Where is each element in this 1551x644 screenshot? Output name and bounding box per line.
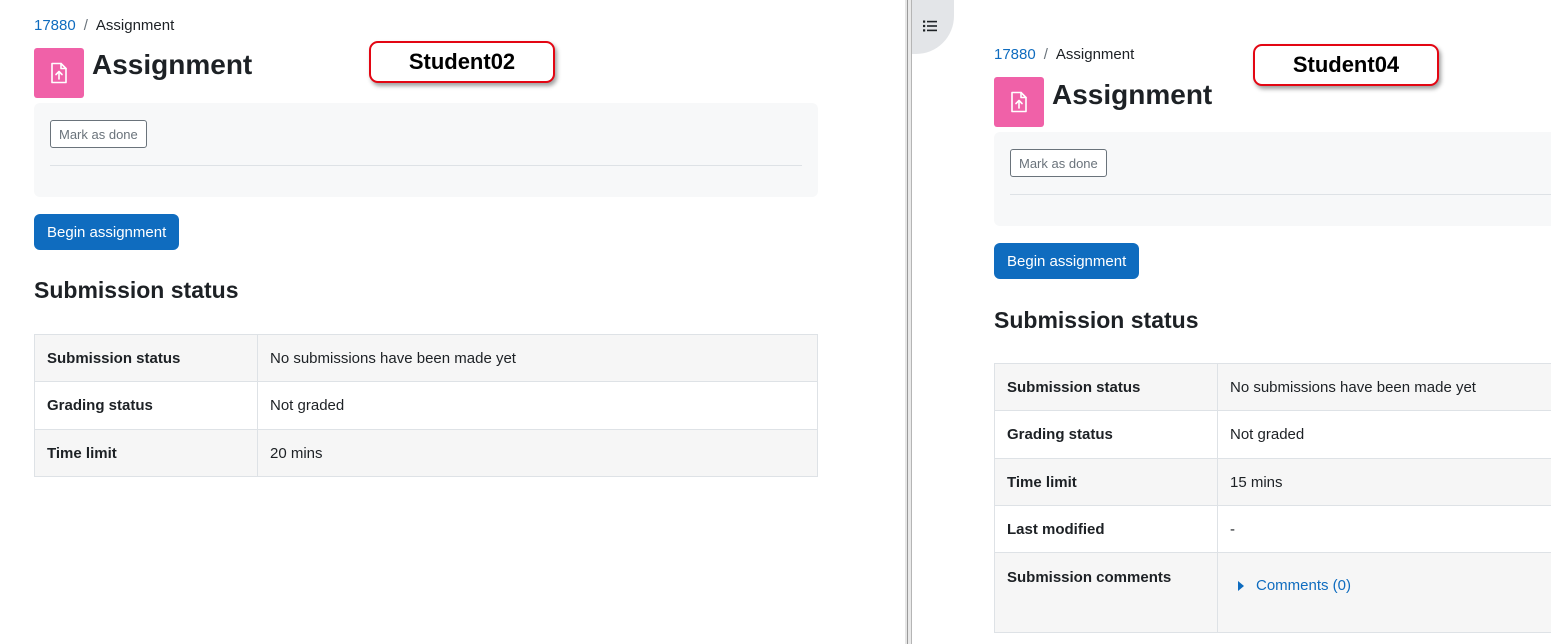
row-value: - — [1217, 505, 1551, 553]
breadcrumb-course-link[interactable]: 17880 — [34, 17, 76, 34]
row-value: No submissions have been made yet — [1217, 363, 1551, 411]
window-divider[interactable] — [905, 0, 912, 644]
row-value: No submissions have been made yet — [257, 334, 818, 382]
page-title: Assignment — [92, 49, 253, 80]
breadcrumb-course-link[interactable]: 17880 — [994, 46, 1036, 63]
submission-status-heading: Submission status — [34, 277, 239, 303]
row-label: Grading status — [34, 381, 258, 430]
breadcrumb-separator: / — [1043, 46, 1048, 63]
left-browser-window: 17880/Assignment Assignment Student02 Ma… — [0, 0, 905, 644]
right-browser-window: 17880/Assignment Assignment Student04 Ma… — [912, 0, 1551, 644]
activity-completion-box: Mark as done — [34, 103, 818, 197]
row-label: Submission status — [34, 334, 258, 382]
table-row: Submission status No submissions have be… — [34, 334, 818, 382]
breadcrumb: 17880 / Assignment — [34, 17, 174, 34]
row-value: Not graded — [1217, 410, 1551, 459]
row-label: Time limit — [34, 429, 258, 477]
caret-right-icon — [1238, 580, 1244, 591]
table-row: Grading status Not graded — [34, 381, 818, 430]
student-label-badge: Student02 — [369, 41, 555, 83]
student-label-badge: Student04 — [1253, 44, 1439, 86]
table-row: Submission comments Comments (0) — [994, 552, 1551, 633]
begin-assignment-button[interactable]: Begin assignment — [34, 214, 180, 250]
divider — [50, 165, 802, 166]
submission-status-table: Submission status No submissions have be… — [34, 334, 818, 477]
comments-link-label: Comments (0) — [1256, 577, 1352, 594]
course-index-toggle[interactable] — [912, 0, 954, 54]
row-value: Comments (0) — [1217, 552, 1551, 633]
row-value: Not graded — [257, 381, 818, 430]
row-label: Last modified — [994, 505, 1218, 553]
page-title: Assignment — [1052, 79, 1213, 110]
divider — [1010, 194, 1551, 195]
row-label: Submission status — [994, 363, 1218, 411]
row-label: Time limit — [994, 458, 1218, 506]
comments-toggle-link[interactable]: Comments (0) — [1230, 577, 1351, 594]
table-row: Time limit 20 mins — [34, 429, 818, 477]
row-label: Grading status — [994, 410, 1218, 459]
table-row: Last modified - — [994, 505, 1551, 553]
mark-as-done-button[interactable]: Mark as done — [1010, 149, 1107, 177]
mark-as-done-button[interactable]: Mark as done — [50, 120, 147, 148]
breadcrumb-current: Assignment — [1055, 46, 1135, 63]
row-value: 15 mins — [1217, 458, 1551, 506]
submission-status-table: Submission status No submissions have be… — [994, 363, 1551, 633]
table-row: Submission status No submissions have be… — [994, 363, 1551, 411]
row-value: 20 mins — [257, 429, 818, 477]
activity-completion-box: Mark as done — [994, 132, 1551, 226]
table-row: Time limit 15 mins — [994, 458, 1551, 506]
list-icon — [923, 20, 937, 32]
begin-assignment-button[interactable]: Begin assignment — [994, 243, 1140, 279]
breadcrumb: 17880 / Assignment — [994, 46, 1134, 63]
assignment-upload-icon — [34, 48, 84, 98]
breadcrumb-current: Assignment — [95, 17, 175, 34]
submission-status-heading: Submission status — [994, 307, 1199, 333]
row-label: Submission comments — [994, 552, 1218, 633]
table-row: Grading status Not graded — [994, 410, 1551, 459]
assignment-upload-icon — [994, 77, 1044, 127]
breadcrumb-separator: / — [83, 17, 88, 34]
